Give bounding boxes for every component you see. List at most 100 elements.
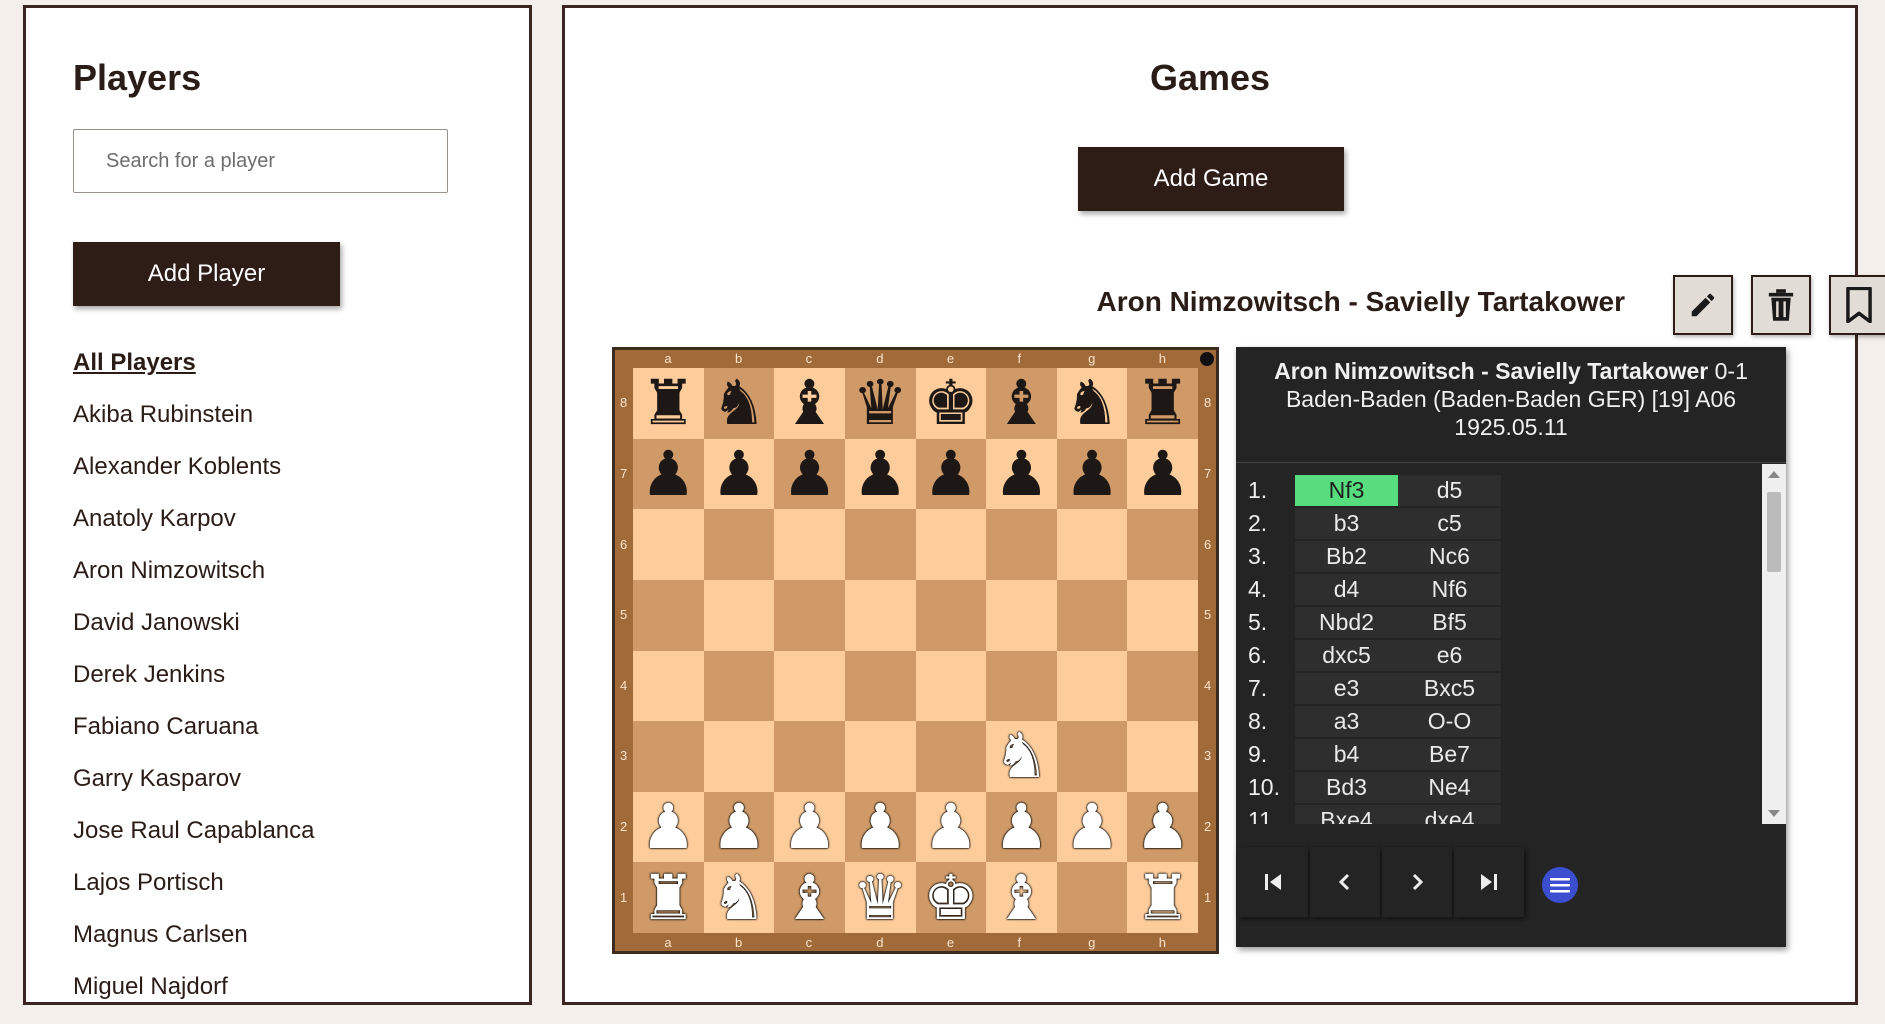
white-pawn-icon[interactable]: ♟ xyxy=(1135,796,1191,858)
square-h7[interactable]: ♟ xyxy=(1127,438,1198,510)
white-pawn-icon[interactable]: ♟ xyxy=(852,796,908,858)
black-move[interactable]: e6 xyxy=(1398,640,1501,671)
all-players-link[interactable]: All Players xyxy=(73,348,315,400)
square-e2[interactable]: ♟ xyxy=(915,791,987,863)
square-g1[interactable] xyxy=(1056,862,1128,933)
square-g3[interactable] xyxy=(1056,721,1128,792)
square-b2[interactable]: ♟ xyxy=(703,791,775,863)
previous-move-button[interactable] xyxy=(1310,847,1380,917)
white-move[interactable]: Bxe4 xyxy=(1295,805,1398,824)
white-move[interactable]: d4 xyxy=(1295,574,1398,605)
square-d3[interactable] xyxy=(844,721,916,792)
square-e4[interactable] xyxy=(915,650,987,722)
black-move[interactable]: Nc6 xyxy=(1398,541,1501,572)
next-move-button[interactable] xyxy=(1382,847,1452,917)
white-move[interactable]: dxc5 xyxy=(1295,640,1398,671)
black-move[interactable]: Bf5 xyxy=(1398,607,1501,638)
black-pawn-icon[interactable]: ♟ xyxy=(923,442,979,505)
square-b4[interactable] xyxy=(703,650,775,722)
square-b7[interactable]: ♟ xyxy=(703,438,775,510)
square-c2[interactable]: ♟ xyxy=(774,791,845,863)
black-pawn-icon[interactable]: ♟ xyxy=(852,442,908,505)
square-e8[interactable]: ♚ xyxy=(915,368,987,439)
square-g8[interactable]: ♞ xyxy=(1056,368,1128,439)
player-list-item[interactable]: Jose Raul Capablanca xyxy=(73,816,315,868)
black-rook-icon[interactable]: ♜ xyxy=(1135,372,1191,434)
square-g6[interactable] xyxy=(1056,509,1128,580)
move-list[interactable]: 1. Nf3 d5 2. b3 c5 3. Bb2 Nc6 4. d4 Nf6 5. Nbd2 Bf5 6. d… xyxy=(1236,464,1762,824)
square-c6[interactable] xyxy=(774,509,845,580)
white-pawn-icon[interactable]: ♟ xyxy=(782,796,838,858)
black-pawn-icon[interactable]: ♟ xyxy=(1064,442,1120,505)
delete-game-button[interactable] xyxy=(1751,275,1811,335)
move-list-scrollbar[interactable] xyxy=(1762,464,1786,824)
player-list-item[interactable]: Garry Kasparov xyxy=(73,764,315,816)
black-king-icon[interactable]: ♚ xyxy=(923,372,979,434)
square-a3[interactable] xyxy=(633,721,704,792)
white-move[interactable]: Nbd2 xyxy=(1295,607,1398,638)
black-knight-icon[interactable]: ♞ xyxy=(1064,372,1120,434)
player-list-item[interactable]: Aron Nimzowitsch xyxy=(73,556,315,608)
white-pawn-icon[interactable]: ♟ xyxy=(641,796,697,858)
white-move[interactable]: Bd3 xyxy=(1295,772,1398,803)
square-b1[interactable]: ♞ xyxy=(703,862,775,933)
square-b6[interactable] xyxy=(703,509,775,580)
white-pawn-icon[interactable]: ♟ xyxy=(1064,796,1120,858)
square-d5[interactable] xyxy=(844,579,916,651)
white-pawn-icon[interactable]: ♟ xyxy=(711,796,767,858)
square-h5[interactable] xyxy=(1127,579,1198,651)
white-pawn-icon[interactable]: ♟ xyxy=(923,796,979,858)
square-d4[interactable] xyxy=(844,650,916,722)
white-move[interactable]: b4 xyxy=(1295,739,1398,770)
square-e6[interactable] xyxy=(915,509,987,580)
player-list-item[interactable]: Fabiano Caruana xyxy=(73,712,315,764)
scroll-up-arrow-icon[interactable] xyxy=(1768,471,1780,478)
square-c5[interactable] xyxy=(774,579,845,651)
square-f2[interactable]: ♟ xyxy=(986,791,1057,863)
square-e1[interactable]: ♚ xyxy=(915,862,987,933)
black-pawn-icon[interactable]: ♟ xyxy=(641,442,697,505)
white-bishop-icon[interactable]: ♝ xyxy=(994,866,1050,929)
square-a7[interactable]: ♟ xyxy=(633,438,704,510)
player-list-item[interactable]: Miguel Najdorf xyxy=(73,972,315,1024)
edit-game-button[interactable] xyxy=(1673,275,1733,335)
bookmark-game-button[interactable] xyxy=(1829,275,1885,335)
square-h1[interactable]: ♜ xyxy=(1127,862,1198,933)
black-rook-icon[interactable]: ♜ xyxy=(641,372,697,434)
square-e3[interactable] xyxy=(915,721,987,792)
white-move[interactable]: a3 xyxy=(1295,706,1398,737)
player-list-item[interactable]: Magnus Carlsen xyxy=(73,920,315,972)
scroll-down-arrow-icon[interactable] xyxy=(1768,810,1780,817)
black-pawn-icon[interactable]: ♟ xyxy=(711,442,767,505)
square-f5[interactable] xyxy=(986,579,1057,651)
square-c1[interactable]: ♝ xyxy=(774,862,845,933)
square-h4[interactable] xyxy=(1127,650,1198,722)
square-d2[interactable]: ♟ xyxy=(844,791,916,863)
white-knight-icon[interactable]: ♞ xyxy=(711,866,767,929)
square-f8[interactable]: ♝ xyxy=(986,368,1057,439)
square-d6[interactable] xyxy=(844,509,916,580)
white-queen-icon[interactable]: ♛ xyxy=(852,866,908,929)
black-move[interactable]: O-O xyxy=(1398,706,1501,737)
black-move[interactable]: d5 xyxy=(1398,475,1501,506)
menu-button[interactable] xyxy=(1542,867,1578,903)
white-knight-icon[interactable]: ♞ xyxy=(994,725,1050,787)
square-h2[interactable]: ♟ xyxy=(1127,791,1198,863)
square-a1[interactable]: ♜ xyxy=(633,862,704,933)
white-king-icon[interactable]: ♚ xyxy=(923,866,979,929)
black-pawn-icon[interactable]: ♟ xyxy=(994,442,1050,505)
black-bishop-icon[interactable]: ♝ xyxy=(782,372,838,434)
black-knight-icon[interactable]: ♞ xyxy=(711,372,767,434)
white-bishop-icon[interactable]: ♝ xyxy=(782,866,838,929)
add-game-button[interactable]: Add Game xyxy=(1078,147,1344,211)
square-d1[interactable]: ♛ xyxy=(844,862,916,933)
square-g4[interactable] xyxy=(1056,650,1128,722)
square-b8[interactable]: ♞ xyxy=(703,368,775,439)
white-move[interactable]: Nf3 xyxy=(1295,475,1398,506)
black-pawn-icon[interactable]: ♟ xyxy=(782,442,838,505)
square-h8[interactable]: ♜ xyxy=(1127,368,1198,439)
square-a6[interactable] xyxy=(633,509,704,580)
square-b5[interactable] xyxy=(703,579,775,651)
white-rook-icon[interactable]: ♜ xyxy=(641,866,697,929)
square-f3[interactable]: ♞ xyxy=(986,721,1057,792)
